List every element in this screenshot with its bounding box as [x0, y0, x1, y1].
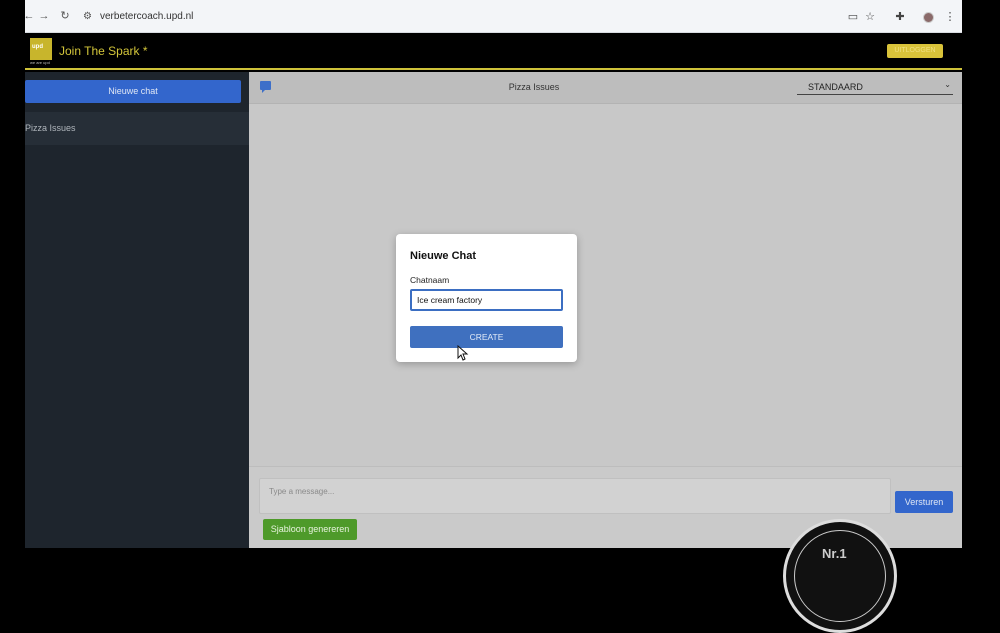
chatname-input[interactable] — [410, 289, 563, 311]
chatname-label: Chatnaam — [410, 275, 450, 285]
reload-icon[interactable]: ↻ — [58, 9, 72, 23]
address-bar[interactable]: ⚙ verbetercoach.upd.nl — [75, 8, 865, 27]
new-chat-dialog: Nieuwe Chat Chatnaam CREATE — [396, 234, 577, 362]
site-info-icon[interactable]: ⚙ — [83, 11, 92, 22]
chat-main: Pizza Issues STANDAARD ⌄ Type a message.… — [249, 72, 962, 548]
bookmark-star-icon[interactable]: ☆ — [863, 10, 877, 24]
logout-button[interactable]: UITLOGGEN — [887, 44, 943, 58]
dialog-title: Nieuwe Chat — [410, 250, 477, 262]
seal-ring — [794, 530, 886, 622]
mode-select-value: STANDAARD — [808, 82, 863, 92]
chat-title: Pizza Issues — [508, 82, 560, 92]
sidebar: Nieuwe chat Pizza Issues — [25, 72, 249, 548]
profile-avatar[interactable] — [923, 12, 934, 23]
chevron-down-icon: ⌄ — [944, 80, 951, 89]
create-button[interactable]: CREATE — [410, 326, 563, 348]
mode-select[interactable]: STANDAARD ⌄ — [797, 80, 953, 95]
forward-icon[interactable]: → — [37, 9, 51, 23]
upd-logo[interactable]: upd — [30, 38, 52, 60]
generate-template-button[interactable]: Sjabloon genereren — [263, 519, 357, 540]
extensions-icon[interactable]: ✚ — [893, 10, 907, 24]
logo-text: upd — [32, 44, 43, 50]
logo-subtext: we are upd — [30, 60, 50, 65]
app-header: upd we are upd Join The Spark * UITLOGGE… — [25, 34, 962, 70]
url-text: verbetercoach.upd.nl — [100, 11, 194, 22]
cast-icon[interactable]: ▭ — [846, 10, 860, 24]
new-chat-button[interactable]: Nieuwe chat — [25, 80, 241, 103]
brand-title: Join The Spark * — [59, 44, 148, 58]
browser-toolbar: ← → ↻ ⚙ verbetercoach.upd.nl ▭ ☆ ✚ ⋮ — [25, 0, 962, 33]
award-seal: Nr.1 — [783, 519, 897, 633]
browser-menu-icon[interactable]: ⋮ — [943, 10, 957, 24]
sidebar-chat-item[interactable]: Pizza Issues — [25, 112, 249, 145]
seal-text: Nr.1 — [822, 546, 847, 561]
send-button[interactable]: Versturen — [895, 491, 953, 513]
chat-topbar: Pizza Issues STANDAARD ⌄ — [249, 72, 962, 104]
back-icon[interactable]: ← — [25, 9, 36, 23]
message-input[interactable]: Type a message... — [259, 478, 891, 514]
